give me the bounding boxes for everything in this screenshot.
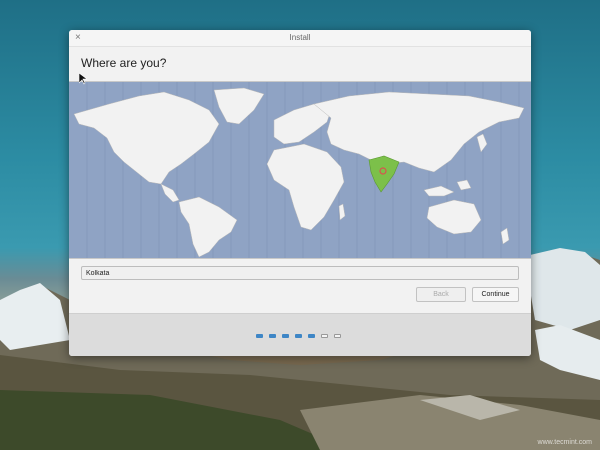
- progress-step-4: [295, 334, 302, 338]
- progress-footer: [69, 313, 531, 356]
- timezone-map[interactable]: [69, 81, 531, 259]
- progress-step-7: [334, 334, 341, 338]
- window-title: Install: [289, 33, 311, 42]
- back-button[interactable]: Back: [416, 287, 466, 302]
- progress-step-6: [321, 334, 328, 338]
- progress-step-1: [256, 334, 263, 338]
- watermark: www.tecmint.com: [537, 439, 592, 446]
- progress-step-3: [282, 334, 289, 338]
- installer-window: × Install Where are you? Kolkata Back Co…: [69, 30, 531, 356]
- page-title: Where are you?: [69, 47, 531, 81]
- location-field[interactable]: [81, 266, 519, 280]
- title-bar: × Install: [69, 30, 531, 47]
- mouse-cursor-icon: [79, 73, 87, 85]
- continents: [73, 87, 525, 258]
- world-map: [73, 82, 525, 258]
- progress-step-2: [269, 334, 276, 338]
- progress-step-5: [308, 334, 315, 338]
- continue-button[interactable]: Continue: [472, 287, 519, 302]
